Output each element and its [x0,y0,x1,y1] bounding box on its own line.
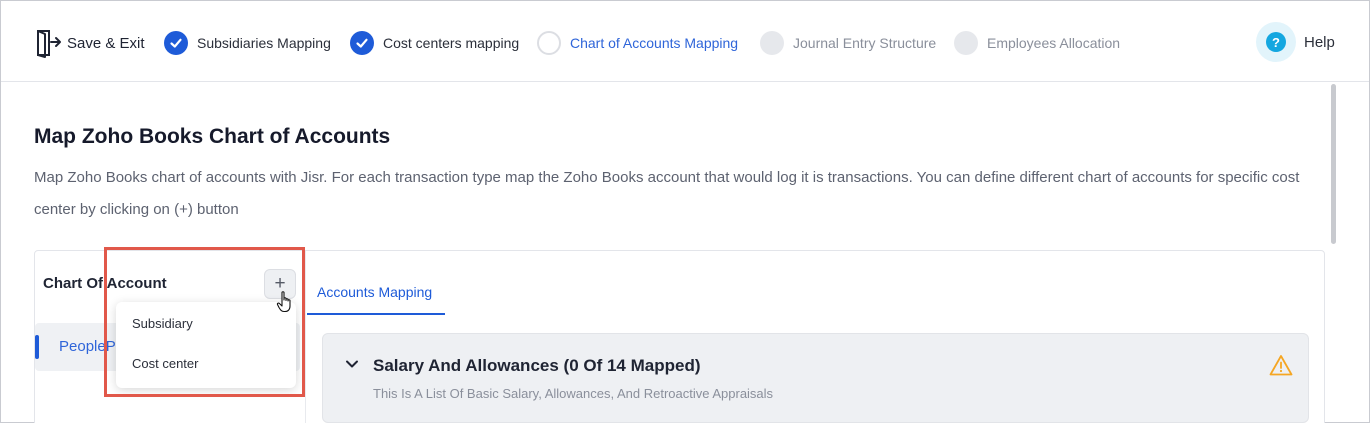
step-label: Cost centers mapping [383,35,520,51]
exit-door-icon [37,30,61,58]
annotation-highlight-box [104,247,305,397]
step-journal-entry-structure[interactable]: Journal Entry Structure [760,30,936,56]
step-employees-allocation[interactable]: Employees Allocation [954,30,1120,56]
save-exit-button[interactable]: Save & Exit [35,28,145,58]
hand-cursor-icon [276,291,291,313]
section-title: Salary And Allowances (0 Of 14 Mapped) [373,356,701,375]
page-description: Map Zoho Books chart of accounts with Ji… [34,169,1300,218]
tab-accounts-mapping[interactable]: Accounts Mapping [307,273,445,315]
check-icon [350,31,374,55]
check-icon [164,31,188,55]
step-label: Chart of Accounts Mapping [570,35,739,51]
step-current-circle-icon [537,31,561,55]
salary-allowances-section[interactable]: Salary And Allowances (0 Of 14 Mapped) T… [322,333,1309,423]
save-exit-label: Save & Exit [67,34,145,52]
top-bar: Save & Exit Subsidiaries Mapping Cost ce… [1,1,1369,82]
tab-label: Accounts Mapping [317,284,433,300]
warning-icon [1269,355,1293,376]
step-chart-of-accounts-mapping[interactable]: Chart of Accounts Mapping [537,30,738,56]
step-cost-centers-mapping[interactable]: Cost centers mapping [350,30,519,56]
step-label: Journal Entry Structure [793,35,937,51]
step-pending-circle-icon [954,31,978,55]
chevron-down-icon[interactable] [343,355,361,373]
active-indicator [35,335,39,359]
help-icon: ? [1256,22,1296,62]
help-button[interactable]: ? Help [1256,22,1335,62]
step-subsidiaries-mapping[interactable]: Subsidiaries Mapping [164,30,331,56]
step-label: Employees Allocation [987,35,1121,51]
help-label: Help [1304,33,1335,51]
step-label: Subsidiaries Mapping [197,35,331,51]
page-title: Map Zoho Books Chart of Accounts [34,125,391,148]
section-subtitle: This Is A List Of Basic Salary, Allowanc… [373,386,774,401]
step-pending-circle-icon [760,31,784,55]
